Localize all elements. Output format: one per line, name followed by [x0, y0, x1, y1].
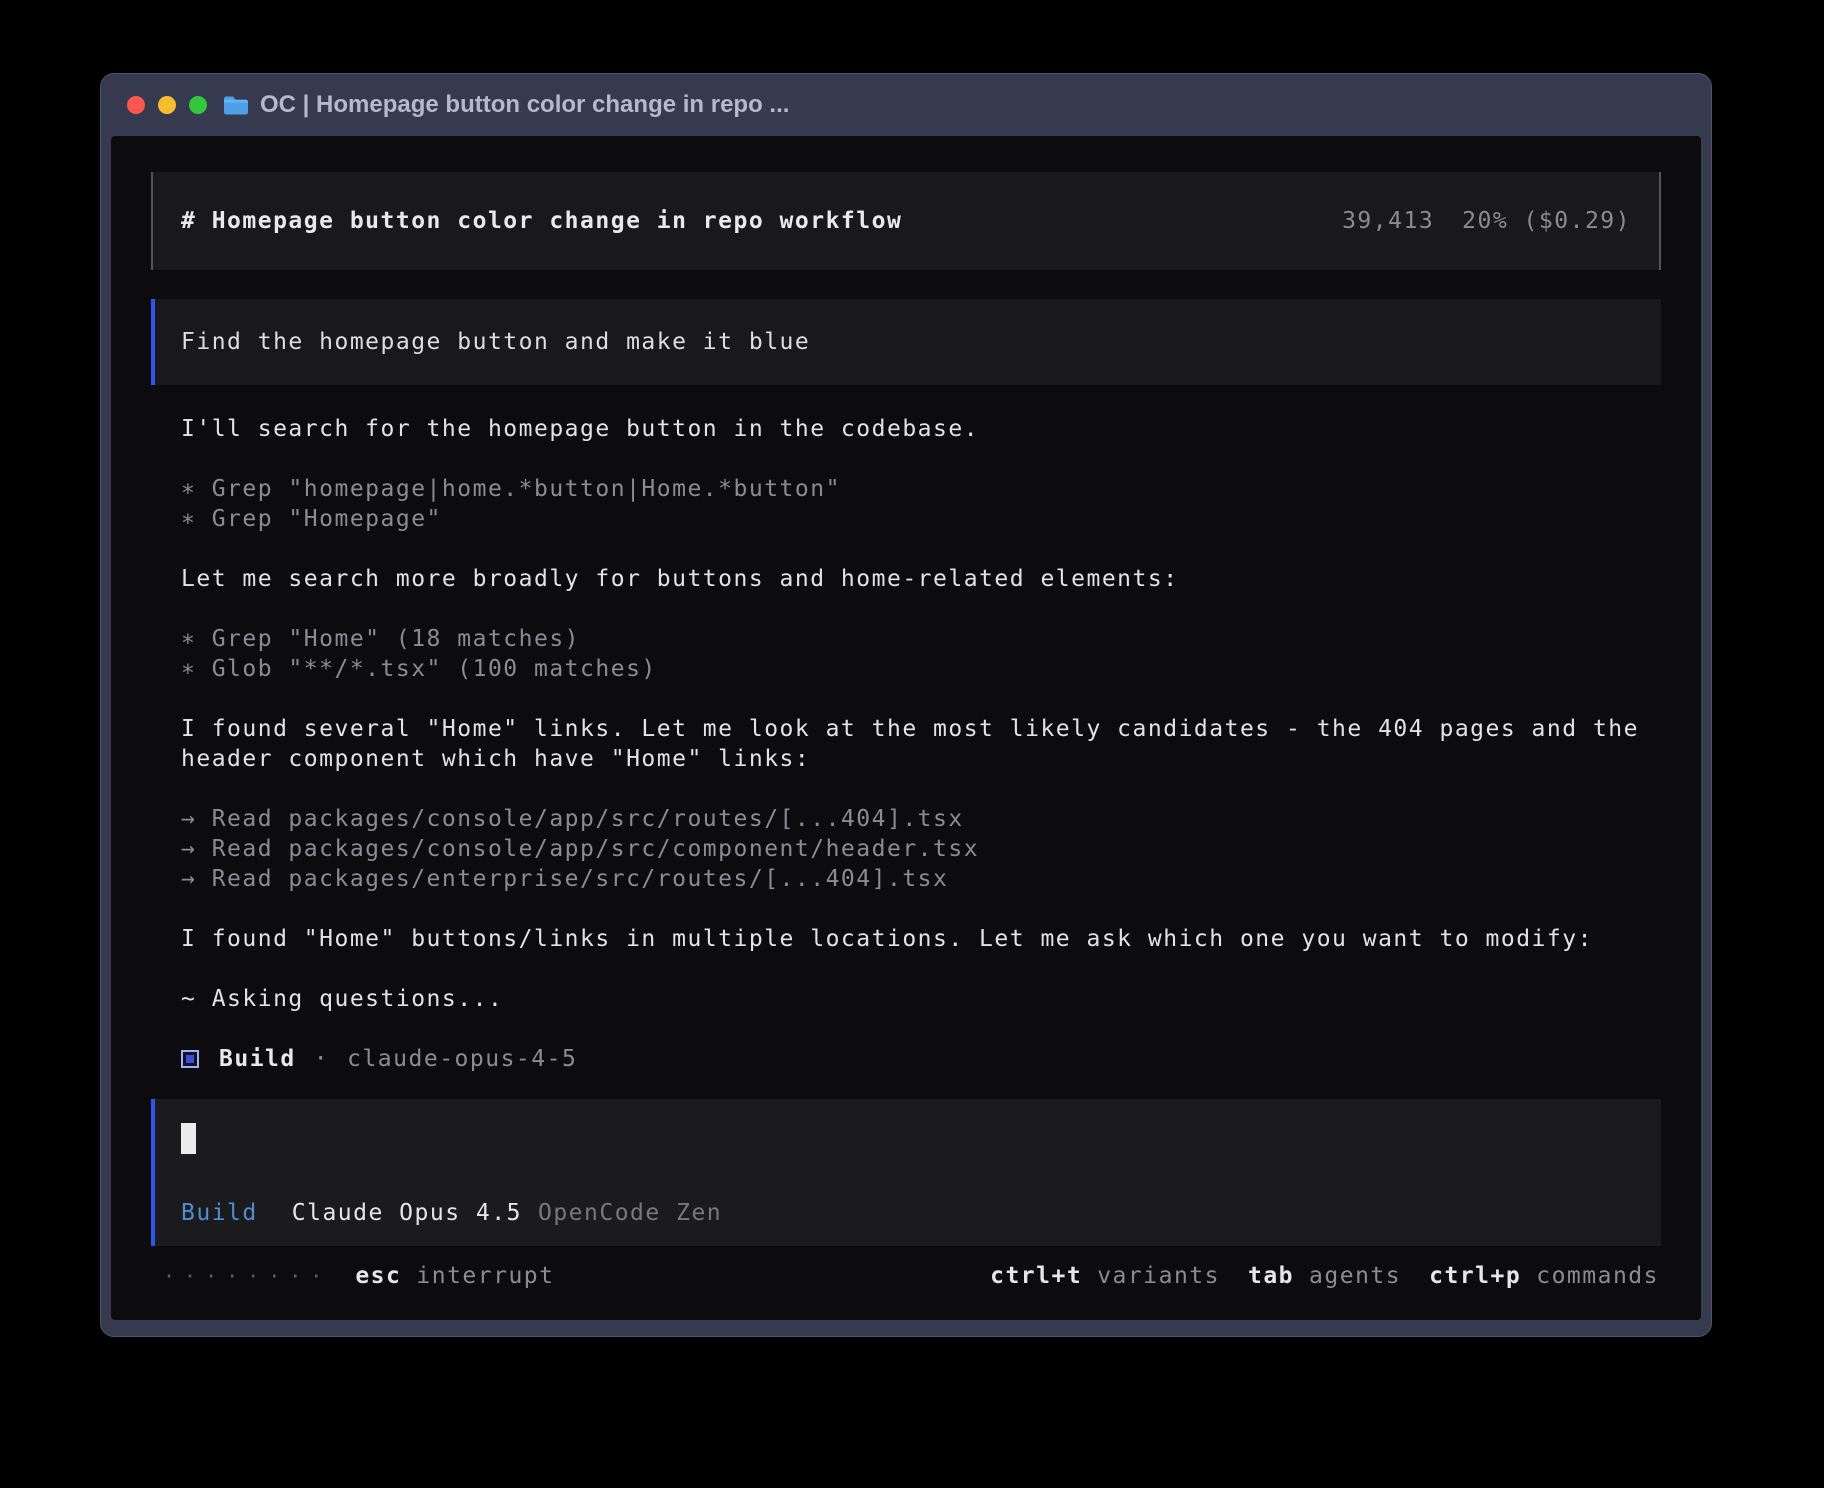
dot-separator: ·: [313, 1046, 330, 1072]
traffic-lights: [111, 96, 207, 114]
shortcut-label: interrupt: [416, 1263, 555, 1289]
tool-call-grep: ∗ Grep "Homepage": [181, 506, 442, 532]
shortcut-agents: tab agents: [1248, 1261, 1401, 1291]
tool-call-grep: ∗ Grep "homepage|home.*button|Home.*butt…: [181, 476, 841, 502]
token-count: 39,413: [1342, 208, 1435, 234]
working-status: ~ Asking questions...: [181, 986, 504, 1012]
session-header: # Homepage button color change in repo w…: [151, 172, 1661, 270]
prompt-input[interactable]: Build Claude Opus 4.5 OpenCode Zen: [151, 1099, 1661, 1246]
shortcut-label: variants: [1097, 1263, 1220, 1289]
terminal-window: OC | Homepage button color change in rep…: [100, 73, 1712, 1337]
text-cursor: [181, 1123, 196, 1154]
tool-call-glob: ∗ Glob "**/*.tsx" (100 matches): [181, 656, 657, 682]
agent-model-row: Build · claude-opus-4-5: [181, 1044, 1661, 1074]
agent-model: claude-opus-4-5: [347, 1046, 578, 1072]
status-bar: ········ esc interrupt ctrl+t variants t…: [151, 1246, 1661, 1320]
shortcut-key: ctrl+p: [1429, 1263, 1522, 1289]
shortcut-key: ctrl+t: [990, 1263, 1083, 1289]
shortcut-commands: ctrl+p commands: [1429, 1261, 1659, 1291]
tool-call-read: → Read packages/console/app/src/componen…: [181, 836, 980, 862]
conversation-transcript: I'll search for the homepage button in t…: [151, 414, 1661, 1074]
user-message: Find the homepage button and make it blu…: [151, 299, 1661, 385]
assistant-text: Let me search more broadly for buttons a…: [181, 566, 1179, 592]
minimize-window-button[interactable]: [158, 96, 176, 114]
agent-icon: [181, 1050, 199, 1068]
shortcut-esc: esc interrupt: [355, 1261, 554, 1291]
input-provider-label: OpenCode Zen: [537, 1200, 723, 1226]
folder-icon: [223, 95, 249, 116]
shortcut-label: agents: [1309, 1263, 1402, 1289]
shortcut-key: esc: [355, 1263, 402, 1289]
window-title: OC | Homepage button color change in rep…: [260, 91, 790, 118]
tool-call-read: → Read packages/enterprise/src/routes/[.…: [181, 866, 949, 892]
shortcut-variants: ctrl+t variants: [990, 1261, 1220, 1291]
input-mode-label: Build: [181, 1200, 258, 1226]
spinner-dots: ········: [163, 1264, 332, 1288]
shortcut-key: tab: [1247, 1263, 1295, 1289]
tool-call-read: → Read packages/console/app/src/routes/[…: [181, 806, 964, 832]
close-window-button[interactable]: [127, 96, 145, 114]
context-usage-cost: 20% ($0.29): [1462, 208, 1631, 234]
shortcut-label: commands: [1536, 1263, 1659, 1289]
window-titlebar[interactable]: OC | Homepage button color change in rep…: [111, 74, 1701, 136]
assistant-text: I'll search for the homepage button in t…: [181, 416, 980, 442]
assistant-text: I found several "Home" links. Let me loo…: [181, 716, 1639, 772]
assistant-text: I found "Home" buttons/links in multiple…: [181, 926, 1593, 952]
agent-name: Build: [219, 1046, 296, 1072]
input-model-label: Claude Opus 4.5: [291, 1200, 522, 1226]
fullscreen-window-button[interactable]: [189, 96, 207, 114]
tool-call-grep: ∗ Grep "Home" (18 matches): [181, 626, 581, 652]
session-title: # Homepage button color change in repo w…: [181, 208, 903, 234]
terminal-view: # Homepage button color change in repo w…: [111, 136, 1701, 1320]
user-message-text: Find the homepage button and make it blu…: [181, 329, 811, 355]
